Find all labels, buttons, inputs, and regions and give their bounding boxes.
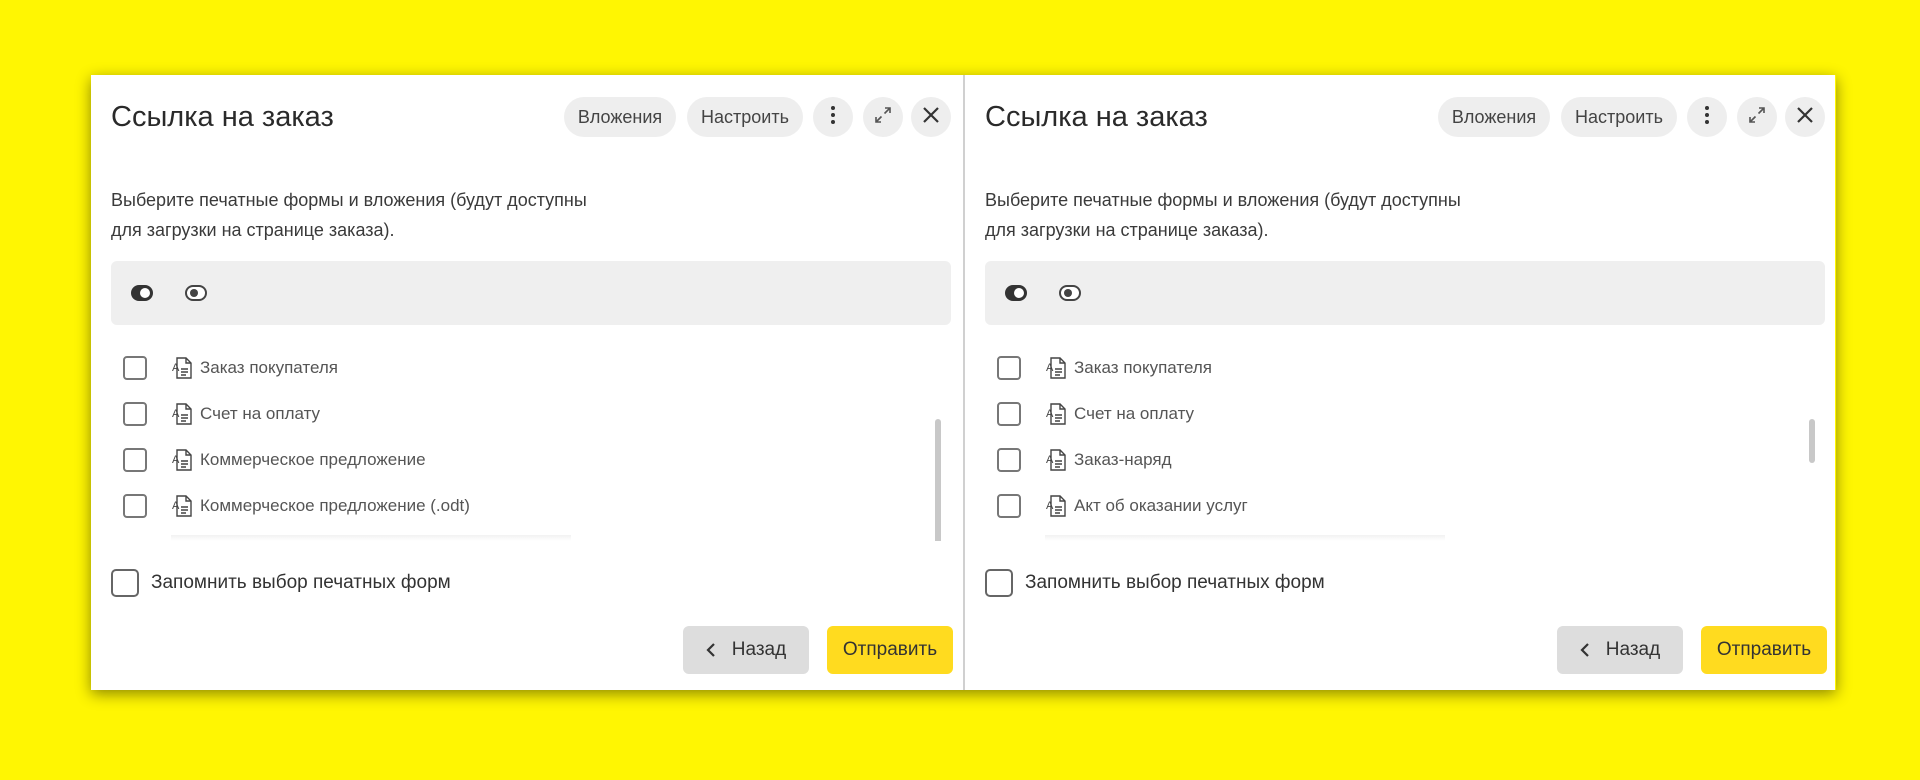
setup-button[interactable]: Настроить (687, 97, 803, 137)
send-button[interactable]: Отправить (827, 626, 953, 674)
svg-text:A: A (172, 362, 180, 374)
item-checkbox[interactable] (997, 448, 1021, 472)
item-checkbox[interactable] (123, 402, 147, 426)
document-template-icon: A (172, 403, 192, 425)
list-item[interactable]: A Коммерческое предложение (111, 437, 911, 483)
more-menu-button[interactable] (1687, 97, 1727, 137)
item-checkbox[interactable] (997, 402, 1021, 426)
document-template-icon: A (1046, 449, 1066, 471)
expand-button[interactable] (1737, 97, 1777, 137)
toggle-on-icon[interactable] (131, 285, 153, 301)
back-button[interactable]: Назад (683, 626, 809, 674)
svg-text:A: A (172, 408, 180, 420)
svg-text:A: A (1046, 500, 1054, 512)
document-template-icon: A (1046, 403, 1066, 425)
dialog-header: Ссылка на заказ Вложения Настроить (91, 75, 963, 155)
more-menu-button[interactable] (813, 97, 853, 137)
description: Выберите печатные формы и вложения (буду… (985, 185, 1545, 245)
expand-icon (1748, 106, 1766, 129)
selection-toolbar (985, 261, 1825, 325)
chevron-left-icon (706, 642, 716, 658)
dialog-header: Ссылка на заказ Вложения Настроить (965, 75, 1835, 155)
remember-choice[interactable]: Запомнить выбор печатных форм (985, 567, 1325, 599)
remember-label: Запомнить выбор печатных форм (1025, 572, 1325, 593)
svg-text:A: A (1046, 408, 1054, 420)
dialog-title: Ссылка на заказ (111, 101, 334, 133)
list-item[interactable]: A Акт об оказании услуг (985, 483, 1785, 529)
expand-icon (874, 106, 892, 129)
document-template-icon: A (172, 495, 192, 517)
dialogs-container: Ссылка на заказ Вложения Настроить Выбер… (91, 75, 1836, 690)
list-item[interactable]: A Заказ покупателя (111, 345, 911, 391)
close-button[interactable] (911, 97, 951, 137)
close-button[interactable] (1785, 97, 1825, 137)
toggle-on-icon[interactable] (1005, 285, 1027, 301)
back-label: Назад (731, 639, 787, 660)
print-forms-list: A Заказ покупателя A Счет на оплату A Ко… (111, 345, 941, 541)
description-line: Выберите печатные формы и вложения (буду… (985, 190, 1461, 210)
more-vertical-icon (831, 105, 835, 129)
setup-button[interactable]: Настроить (1561, 97, 1677, 137)
chevron-left-icon (1580, 642, 1590, 658)
list-item[interactable]: A Счет на оплату (111, 391, 911, 437)
item-checkbox[interactable] (123, 356, 147, 380)
list-fade (171, 535, 571, 541)
toggle-off-icon[interactable] (185, 285, 207, 301)
item-label: Счет на оплату (1074, 404, 1195, 423)
item-checkbox[interactable] (997, 494, 1021, 518)
attachments-button[interactable]: Вложения (1438, 97, 1550, 137)
description-line: Выберите печатные формы и вложения (буду… (111, 190, 587, 210)
toggle-off-icon[interactable] (1059, 285, 1081, 301)
dialog-title: Ссылка на заказ (985, 101, 1208, 133)
back-label: Назад (1605, 639, 1661, 660)
order-link-dialog-left: Ссылка на заказ Вложения Настроить Выбер… (91, 75, 963, 690)
back-button[interactable]: Назад (1557, 626, 1683, 674)
description-line: для загрузки на странице заказа). (985, 220, 1269, 240)
list-scrollbar[interactable] (935, 345, 941, 541)
remember-label: Запомнить выбор печатных форм (151, 572, 451, 593)
list-item[interactable]: A Заказ-наряд (985, 437, 1785, 483)
item-checkbox[interactable] (123, 494, 147, 518)
more-vertical-icon (1705, 105, 1709, 129)
list-item[interactable]: A Счет на оплату (985, 391, 1785, 437)
description: Выберите печатные формы и вложения (буду… (111, 185, 671, 245)
attachments-button[interactable]: Вложения (564, 97, 676, 137)
remember-checkbox[interactable] (111, 569, 139, 597)
send-button[interactable]: Отправить (1701, 626, 1827, 674)
document-template-icon: A (1046, 495, 1066, 517)
order-link-dialog-right: Ссылка на заказ Вложения Настроить Выбер… (963, 75, 1835, 690)
scrollbar-thumb[interactable] (1809, 419, 1815, 463)
close-icon (922, 106, 940, 129)
svg-text:A: A (1046, 454, 1054, 466)
document-template-icon: A (172, 449, 192, 471)
selection-toolbar (111, 261, 951, 325)
document-template-icon: A (1046, 357, 1066, 379)
remember-checkbox[interactable] (985, 569, 1013, 597)
item-label: Счет на оплату (200, 404, 321, 423)
item-checkbox[interactable] (123, 448, 147, 472)
list-fade (1045, 535, 1445, 541)
description-line: для загрузки на странице заказа). (111, 220, 395, 240)
item-label: Заказ-наряд (1074, 450, 1172, 469)
item-label: Акт об оказании услуг (1074, 496, 1248, 515)
list-scrollbar[interactable] (1809, 345, 1815, 541)
item-label: Заказ покупателя (200, 358, 339, 377)
svg-text:A: A (172, 454, 180, 466)
close-icon (1796, 106, 1814, 129)
scrollbar-thumb[interactable] (935, 419, 941, 541)
expand-button[interactable] (863, 97, 903, 137)
item-label: Коммерческое предложение (200, 450, 426, 469)
print-forms-list: A Заказ покупателя A Счет на оплату A За… (985, 345, 1815, 541)
svg-text:A: A (1046, 362, 1054, 374)
document-template-icon: A (172, 357, 192, 379)
list-item[interactable]: A Заказ покупателя (985, 345, 1785, 391)
list-item[interactable]: A Коммерческое предложение (.odt) (111, 483, 911, 529)
item-label: Коммерческое предложение (.odt) (200, 496, 470, 515)
remember-choice[interactable]: Запомнить выбор печатных форм (111, 567, 451, 599)
item-label: Заказ покупателя (1074, 358, 1213, 377)
item-checkbox[interactable] (997, 356, 1021, 380)
svg-text:A: A (172, 500, 180, 512)
